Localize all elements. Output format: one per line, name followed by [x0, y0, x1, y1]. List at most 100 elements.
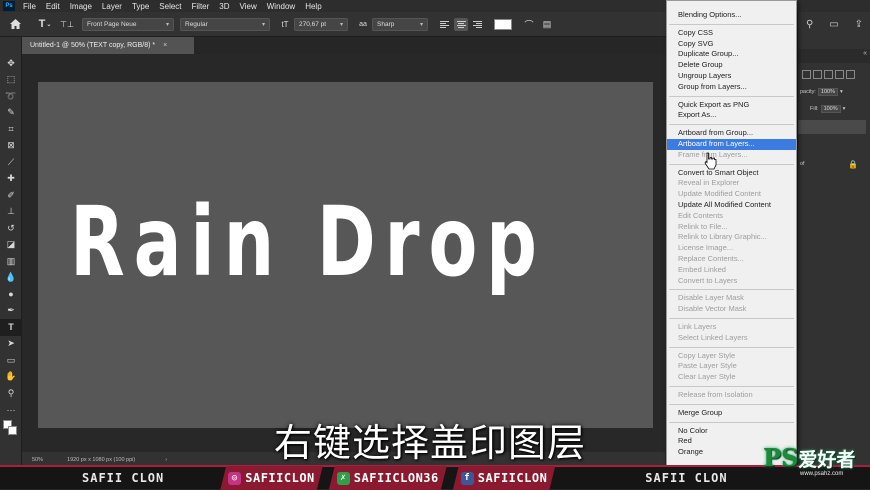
menu-item-reveal-in-explorer: Reveal in Explorer — [678, 178, 740, 188]
toggle-text-orientation-icon[interactable]: ⊤⊥ — [58, 15, 76, 33]
frame-tool-icon[interactable]: ⊠ — [0, 138, 22, 155]
menu-item-convert-to-smart-object[interactable]: Convert to Smart Object — [667, 168, 796, 179]
menu-separator — [669, 163, 794, 165]
antialias-select[interactable]: Sharp ▾ — [372, 17, 428, 31]
eraser-tool-icon[interactable]: ◪ — [0, 237, 22, 254]
filter-smart-icon[interactable] — [846, 69, 855, 79]
clone-stamp-tool-icon[interactable]: ⊥ — [0, 204, 22, 221]
selected-layer-row[interactable] — [798, 120, 866, 134]
zoom-level[interactable]: 50% — [32, 457, 43, 463]
menu-item-merge-group[interactable]: Merge Group — [667, 408, 796, 419]
quick-select-tool-icon[interactable]: ✎ — [0, 105, 22, 122]
antialias-value: Sharp — [377, 20, 395, 28]
move-tool-icon[interactable]: ✥ — [0, 55, 22, 72]
menu-item-no-color[interactable]: No Color — [667, 426, 796, 437]
marquee-tool-icon[interactable]: ⬚ — [0, 72, 22, 89]
menu-separator — [669, 95, 794, 97]
dodge-tool-icon[interactable]: ● — [0, 286, 22, 303]
menu-item-ungroup-layers[interactable]: Ungroup Layers — [667, 71, 796, 82]
align-right-button[interactable] — [470, 18, 484, 31]
chevron-down-icon[interactable]: ▾ — [843, 106, 846, 112]
crop-tool-icon[interactable]: ⌗ — [0, 121, 22, 138]
menu-filter[interactable]: Filter — [187, 2, 215, 11]
menu-window[interactable]: Window — [262, 2, 300, 11]
menu-item-group-from-layers[interactable]: Group from Layers... — [667, 82, 796, 93]
font-size-select[interactable]: 270,67 pt ▾ — [294, 17, 348, 31]
menu-item-edit-contents: Edit Contents — [678, 210, 724, 220]
edit-toolbar-icon[interactable]: ··· — [0, 402, 22, 419]
menu-item-update-all-modified-content[interactable]: Update All Modified Content — [667, 200, 796, 211]
align-left-button[interactable] — [438, 18, 452, 31]
menu-view[interactable]: View — [235, 2, 262, 11]
search-icon[interactable]: ⚲ — [806, 19, 813, 30]
fill-field[interactable]: 100% — [820, 105, 841, 113]
font-style-select[interactable]: Regular ▾ — [180, 17, 270, 31]
gradient-tool-icon[interactable]: ▥ — [0, 253, 22, 270]
background-color[interactable] — [8, 426, 17, 435]
history-brush-tool-icon[interactable]: ↺ — [0, 220, 22, 237]
font-family-select[interactable]: Front Page Neue ▾ — [82, 17, 174, 31]
filter-pixel-icon[interactable] — [802, 69, 811, 79]
menu-item-artboard-from-layers[interactable]: Artboard from Layers... — [667, 138, 796, 150]
menu-item-duplicate-group[interactable]: Duplicate Group... — [667, 49, 796, 60]
lock-icon: 🔒 — [848, 160, 858, 169]
tools-panel: ✥ ⬚ ➰ ✎ ⌗ ⊠ ⟋ ✚ ✐ ⊥ ↺ ◪ ▥ 💧 ● ✒ T ➤ ▭ ✋ … — [0, 37, 22, 467]
menu-item-blending-options[interactable]: Blending Options... — [667, 10, 796, 21]
chevron-right-icon[interactable]: › — [165, 457, 167, 463]
menu-separator — [669, 289, 794, 291]
menu-item-artboard-from-group[interactable]: Artboard from Group... — [667, 128, 796, 139]
menu-item-delete-group[interactable]: Delete Group — [667, 60, 796, 71]
color-swatches-icon[interactable] — [0, 418, 22, 440]
menu-item-copy-css[interactable]: Copy CSS — [667, 28, 796, 39]
layer-context-menu: Blending Options... Copy CSS Copy SVG Dupli… — [666, 0, 797, 466]
menu-edit[interactable]: Edit — [41, 2, 65, 11]
menu-layer[interactable]: Layer — [97, 2, 127, 11]
type-tool-icon[interactable]: T — [0, 319, 22, 336]
hand-tool-icon[interactable]: ✋ — [0, 369, 22, 386]
menu-3d[interactable]: 3D — [214, 2, 234, 11]
home-icon[interactable] — [6, 15, 24, 33]
menu-image[interactable]: Image — [65, 2, 97, 11]
text-color-swatch[interactable] — [494, 18, 512, 30]
align-center-button[interactable] — [454, 17, 468, 31]
path-select-tool-icon[interactable]: ➤ — [0, 336, 22, 353]
menu-item-quick-export-as-png[interactable]: Quick Export as PNG — [667, 100, 796, 111]
menu-help[interactable]: Help — [300, 2, 326, 11]
menu-select[interactable]: Select — [154, 2, 186, 11]
canvas-text-layer[interactable]: Rain Drop — [70, 194, 537, 290]
menu-separator — [669, 124, 794, 126]
blur-tool-icon[interactable]: 💧 — [0, 270, 22, 287]
lasso-tool-icon[interactable]: ➰ — [0, 88, 22, 105]
share-icon[interactable]: ⇪ — [855, 19, 863, 30]
menu-separator — [669, 317, 794, 319]
filter-shape-icon[interactable] — [835, 69, 844, 79]
healing-brush-tool-icon[interactable]: ✚ — [0, 171, 22, 188]
menu-item-convert-to-layers: Convert to Layers — [678, 275, 738, 285]
opacity-row: pacity: 100% ▾ — [798, 86, 870, 98]
menu-item-export-as[interactable]: Export As... — [667, 110, 796, 121]
eyedropper-tool-icon[interactable]: ⟋ — [0, 154, 22, 171]
menu-separator — [669, 421, 794, 423]
pen-tool-icon[interactable]: ✒ — [0, 303, 22, 320]
menu-item-copy-svg[interactable]: Copy SVG — [667, 39, 796, 50]
character-panel-icon[interactable]: ▤ — [538, 15, 556, 33]
menu-separator — [669, 403, 794, 405]
site-watermark: PS爱好者 — [763, 443, 855, 472]
opacity-field[interactable]: 100% — [817, 88, 838, 96]
brush-tool-icon[interactable]: ✐ — [0, 187, 22, 204]
menu-file[interactable]: File — [18, 2, 41, 11]
filter-adjust-icon[interactable] — [813, 69, 822, 79]
close-icon[interactable]: × — [163, 42, 167, 49]
right-panel: ⚲ ▭ ⇪ « pacity: 100% ▾ Fill: 100% ▾ of 🔒 — [797, 12, 870, 467]
type-tool-preset-icon[interactable]: T ⌄ — [36, 15, 54, 33]
collapse-icon[interactable]: « — [863, 50, 867, 57]
menu-type[interactable]: Type — [127, 2, 154, 11]
zoom-tool-icon[interactable]: ⚲ — [0, 385, 22, 402]
document-tab[interactable]: Untitled-1 @ 50% (TEXT copy, RGB/8) * × — [22, 37, 194, 54]
filter-type-icon[interactable] — [824, 69, 833, 79]
chevron-down-icon[interactable]: ▾ — [840, 89, 843, 95]
layer-row-partial[interactable]: of — [798, 158, 870, 170]
warp-text-icon[interactable]: ⌒ — [520, 15, 538, 33]
workspace-icon[interactable]: ▭ — [829, 19, 838, 30]
rectangle-tool-icon[interactable]: ▭ — [0, 352, 22, 369]
